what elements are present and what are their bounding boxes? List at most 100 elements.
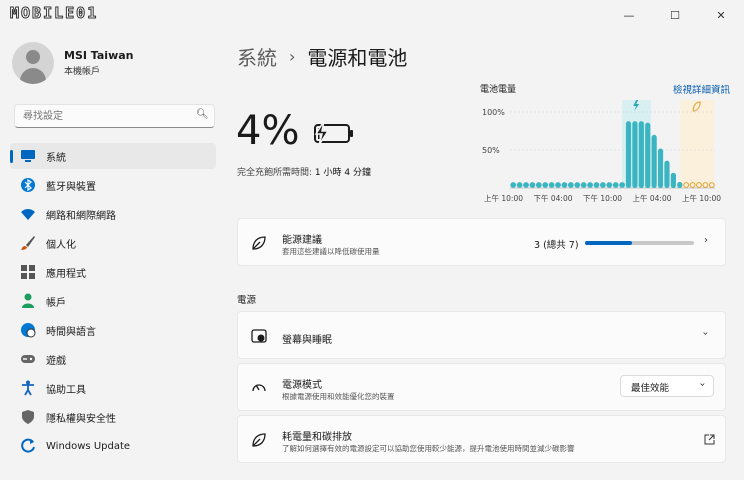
power-mode-subtitle: 根據電源使用和效能優化您的裝置 — [282, 392, 395, 401]
accessibility-icon — [20, 380, 36, 396]
sidebar-item[interactable]: 應用程式 — [10, 259, 216, 285]
x-tick-label: 下午 04:00 — [534, 193, 573, 203]
chart-point — [548, 182, 555, 188]
chart-bar — [664, 160, 670, 188]
sidebar-item[interactable]: 網路和網際網路 — [10, 201, 216, 227]
charge-label: 完全充飽所需時間: — [237, 168, 313, 178]
breadcrumb-parent[interactable]: 系統 — [237, 42, 277, 71]
sidebar-item[interactable]: 個人化 — [10, 230, 216, 256]
chevron-down-icon: › — [699, 331, 711, 336]
power-mode-dropdown[interactable]: 最佳效能 › — [620, 375, 714, 397]
gamepad-icon — [20, 351, 36, 367]
chart-point — [529, 182, 536, 188]
close-button[interactable]: ✕ — [698, 0, 744, 30]
saver-band — [680, 100, 714, 188]
chart-bar — [670, 172, 676, 188]
section-power-label: 電源 — [237, 295, 257, 306]
sidebar-item-label: 網路和網際網路 — [46, 210, 116, 222]
sidebar-item-label: 協助工具 — [46, 384, 86, 396]
page-title: 電源和電池 — [307, 46, 408, 70]
chevron-down-icon: › — [696, 382, 708, 387]
chart-bar — [625, 121, 632, 188]
breadcrumb: 系統 › 電源和電池 — [237, 42, 407, 71]
chart-point — [523, 182, 529, 188]
chart-point — [580, 182, 587, 188]
sidebar-item[interactable]: 遊戲 — [10, 346, 216, 372]
chevron-right-icon: › — [704, 235, 708, 246]
chart-point — [561, 182, 568, 188]
chart-point — [516, 182, 523, 188]
profile[interactable]: MSI Taiwan 本機帳戶 — [12, 42, 134, 84]
sidebar-item[interactable]: 協助工具 — [10, 375, 216, 401]
sidebar-item[interactable]: 帳戶 — [10, 288, 216, 314]
chart-point — [599, 182, 606, 188]
y-tick-label: 50% — [482, 146, 500, 155]
chart-point — [542, 182, 549, 188]
sidebar-item[interactable]: 藍牙與裝置 — [10, 172, 216, 198]
chart-bar — [632, 121, 638, 188]
chart-bar — [677, 181, 683, 188]
power-carbon-card[interactable]: 耗電量和碳排放 了解如何選擇有效的電源設定可以協助您使用較少能源，提升電池使用時… — [237, 415, 726, 463]
energy-recommendations-card[interactable]: 能源建議 套用這些建議以降低碳使用量 3 (總共 7) › — [237, 218, 726, 266]
chart-point — [510, 182, 517, 188]
chart-point — [567, 182, 574, 188]
shield-icon — [20, 409, 36, 425]
sidebar: MSI Taiwan 本機帳戶 🔍︎ 系統藍牙與裝置網路和網際網路個人化應用程式… — [0, 30, 228, 480]
energy-subtitle: 套用這些建議以降低碳使用量 — [282, 247, 380, 256]
energy-count: 3 (總共 7) — [534, 240, 579, 251]
chart-point — [535, 182, 542, 188]
title-bar: MOBILE01 — ☐ ✕ — [0, 0, 744, 30]
search-icon[interactable]: 🔍︎ — [196, 109, 209, 120]
screen-sleep-title: 螢幕與睡眠 — [282, 335, 332, 346]
chart-bar — [638, 121, 644, 188]
power-mode-title: 電源模式 — [282, 380, 322, 391]
x-tick-label: 上午 10:00 — [682, 193, 721, 203]
sidebar-item[interactable]: Windows Update — [10, 433, 216, 459]
profile-subtitle: 本機帳戶 — [64, 67, 101, 77]
energy-progress-fill — [585, 241, 632, 245]
search-input[interactable] — [14, 104, 215, 128]
chart-bar — [657, 148, 664, 188]
sidebar-item-label: 遊戲 — [46, 355, 66, 367]
x-tick-label: 下午 10:00 — [583, 193, 622, 203]
minimize-button[interactable]: — — [606, 0, 652, 30]
sidebar-item[interactable]: 隱私權與安全性 — [10, 404, 216, 430]
battery-charging-icon — [314, 121, 353, 145]
bluetooth-icon — [20, 177, 36, 193]
leaf-icon — [252, 433, 266, 447]
apps-icon — [20, 264, 36, 280]
chart-point — [587, 182, 593, 188]
x-tick-label: 上午 04:00 — [633, 193, 672, 203]
energy-progress-track — [585, 241, 694, 245]
sidebar-item-label: 個人化 — [46, 239, 76, 251]
screen-sleep-card[interactable]: 螢幕與睡眠 › — [237, 311, 726, 359]
brush-icon — [20, 235, 36, 251]
sidebar-item-label: 系統 — [46, 152, 66, 164]
sidebar-item-label: 時間與語言 — [46, 326, 96, 338]
battery-chart: 電池電量 檢視詳細資訊 100% 50% 上午 10:00 下午 04:00 下午 10… — [480, 80, 730, 210]
chart-bar — [651, 134, 657, 188]
chart-point — [612, 182, 619, 188]
power-mode-card: 電源模式 根據電源使用和效能優化您的裝置 最佳效能 › — [237, 363, 726, 411]
battery-chart-svg: 100% 50% 上午 10:00 下午 04:00 下午 10:00 上午 04:00 上… — [482, 100, 721, 203]
main-content: 系統 › 電源和電池 4% 完全充飽所需時間: 1 小時 4 分鐘 電池電量 檢… — [228, 30, 744, 480]
chart-point — [574, 182, 581, 188]
screen-sleep-icon — [251, 329, 267, 343]
maximize-button[interactable]: ☐ — [652, 0, 698, 30]
sidebar-item-label: Windows Update — [46, 440, 131, 452]
chart-point — [555, 182, 561, 188]
sidebar-item-label: 應用程式 — [46, 268, 86, 280]
profile-name: MSI Taiwan — [64, 49, 134, 62]
breadcrumb-separator: › — [289, 47, 296, 66]
carbon-title: 耗電量和碳排放 — [282, 432, 352, 443]
chart-bar — [645, 122, 651, 188]
leaf-icon — [252, 236, 266, 250]
sidebar-item[interactable]: 系統 — [10, 143, 216, 169]
gauge-icon — [252, 384, 266, 392]
sidebar-item[interactable]: 時間與語言 — [10, 317, 216, 343]
site-logo: MOBILE01 — [9, 4, 99, 23]
charge-time-value: 1 小時 4 分鐘 — [314, 168, 371, 178]
update-icon — [20, 438, 36, 454]
y-tick-label: 100% — [482, 108, 505, 117]
avatar — [12, 42, 54, 84]
